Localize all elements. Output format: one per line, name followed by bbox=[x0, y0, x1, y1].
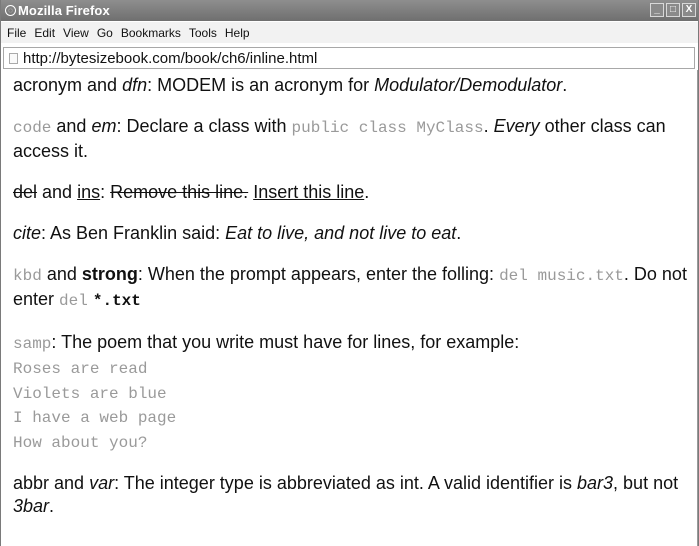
inserted-text: Insert this line bbox=[253, 182, 365, 202]
kbd-command: del music.txt bbox=[499, 267, 624, 285]
text: . bbox=[364, 182, 370, 202]
menu-go[interactable]: Go bbox=[93, 26, 117, 40]
text: : The poem that you write must have for … bbox=[51, 332, 520, 352]
page-icon bbox=[9, 52, 18, 64]
menu-tools[interactable]: Tools bbox=[185, 26, 221, 40]
cite-label: cite bbox=[13, 223, 42, 243]
dfn-term: Modulator/Demodulator bbox=[374, 75, 563, 95]
var-label: var bbox=[89, 473, 115, 493]
code-text: code bbox=[13, 119, 52, 137]
text: : As Ben Franklin said: bbox=[41, 223, 226, 243]
text: , but not bbox=[613, 473, 679, 493]
kbd-label: kbd bbox=[13, 267, 42, 285]
firefox-icon: ◌ bbox=[5, 5, 16, 16]
paragraph-abbr: abbr and var: The integer type is abbrev… bbox=[13, 472, 688, 518]
dfn-text: dfn bbox=[122, 75, 148, 95]
address-bar[interactable]: http://bytesizebook.com/book/ch6/inline.… bbox=[3, 47, 695, 69]
poem-line: Roses are read bbox=[13, 360, 148, 378]
ins-label: ins bbox=[77, 182, 101, 202]
paragraph-cite: cite: As Ben Franklin said: Eat to live,… bbox=[13, 222, 688, 245]
samp-label: samp bbox=[13, 335, 52, 353]
text: : The integer type is abbreviated as int… bbox=[114, 473, 578, 493]
code-sample: public class MyClass bbox=[291, 119, 484, 137]
page-content: acronym and dfn: MODEM is an acronym for… bbox=[13, 74, 688, 536]
paragraph-samp: samp: The poem that you write must have … bbox=[13, 331, 688, 454]
text: . bbox=[562, 75, 568, 95]
kbd-del: del bbox=[59, 292, 88, 310]
text: acronym and bbox=[13, 75, 123, 95]
paragraph-del-ins: del and ins: Remove this line. Insert th… bbox=[13, 181, 688, 204]
scroll-edge bbox=[697, 70, 698, 546]
url-text[interactable]: http://bytesizebook.com/book/ch6/inline.… bbox=[23, 50, 317, 67]
var-valid: bar3 bbox=[577, 473, 614, 493]
browser-window: ◌ Mozilla Firefox _ □ X File Edit View G… bbox=[0, 0, 699, 546]
title-bar[interactable]: ◌ Mozilla Firefox _ □ X bbox=[1, 0, 698, 21]
text: and bbox=[41, 264, 82, 284]
paragraph-acronym: acronym and dfn: MODEM is an acronym for… bbox=[13, 74, 688, 97]
paragraph-kbd: kbd and strong: When the prompt appears,… bbox=[13, 263, 688, 313]
menu-view[interactable]: View bbox=[59, 26, 93, 40]
window-title: Mozilla Firefox bbox=[18, 3, 110, 18]
text: : MODEM is an acronym for bbox=[147, 75, 375, 95]
text: and bbox=[51, 116, 92, 136]
menu-bar: File Edit View Go Bookmarks Tools Help bbox=[1, 22, 698, 43]
menu-help[interactable]: Help bbox=[221, 26, 254, 40]
em-text: em bbox=[91, 116, 117, 136]
paragraph-code: code and em: Declare a class with public… bbox=[13, 115, 688, 163]
text: : Declare a class with bbox=[116, 116, 292, 136]
strong-label: strong bbox=[81, 264, 138, 284]
del-label: del bbox=[13, 182, 38, 202]
maximize-button[interactable]: □ bbox=[666, 3, 680, 17]
strong-kbd: *.txt bbox=[92, 292, 141, 310]
text: . bbox=[456, 223, 462, 243]
deleted-text: Remove this line. bbox=[110, 182, 249, 202]
poem-line: Violets are blue bbox=[13, 384, 167, 403]
menu-file[interactable]: File bbox=[1, 26, 30, 40]
menu-edit[interactable]: Edit bbox=[30, 26, 59, 40]
text: . bbox=[483, 116, 494, 136]
text: : bbox=[100, 182, 111, 202]
minimize-button[interactable]: _ bbox=[650, 3, 664, 17]
text: and bbox=[37, 182, 78, 202]
menu-bookmarks[interactable]: Bookmarks bbox=[117, 26, 185, 40]
poem-line: I have a web page bbox=[13, 409, 177, 427]
text: . bbox=[49, 496, 55, 516]
close-button[interactable]: X bbox=[682, 3, 696, 17]
poem-line: How about you? bbox=[13, 433, 148, 452]
window-controls: _ □ X bbox=[650, 3, 696, 17]
text: abbr and bbox=[13, 473, 90, 493]
text: : When the prompt appears, enter the fol… bbox=[137, 264, 500, 284]
var-invalid: 3bar bbox=[13, 496, 50, 516]
citation: Eat to live, and not live to eat bbox=[225, 223, 457, 243]
em-word: Every bbox=[493, 116, 540, 136]
